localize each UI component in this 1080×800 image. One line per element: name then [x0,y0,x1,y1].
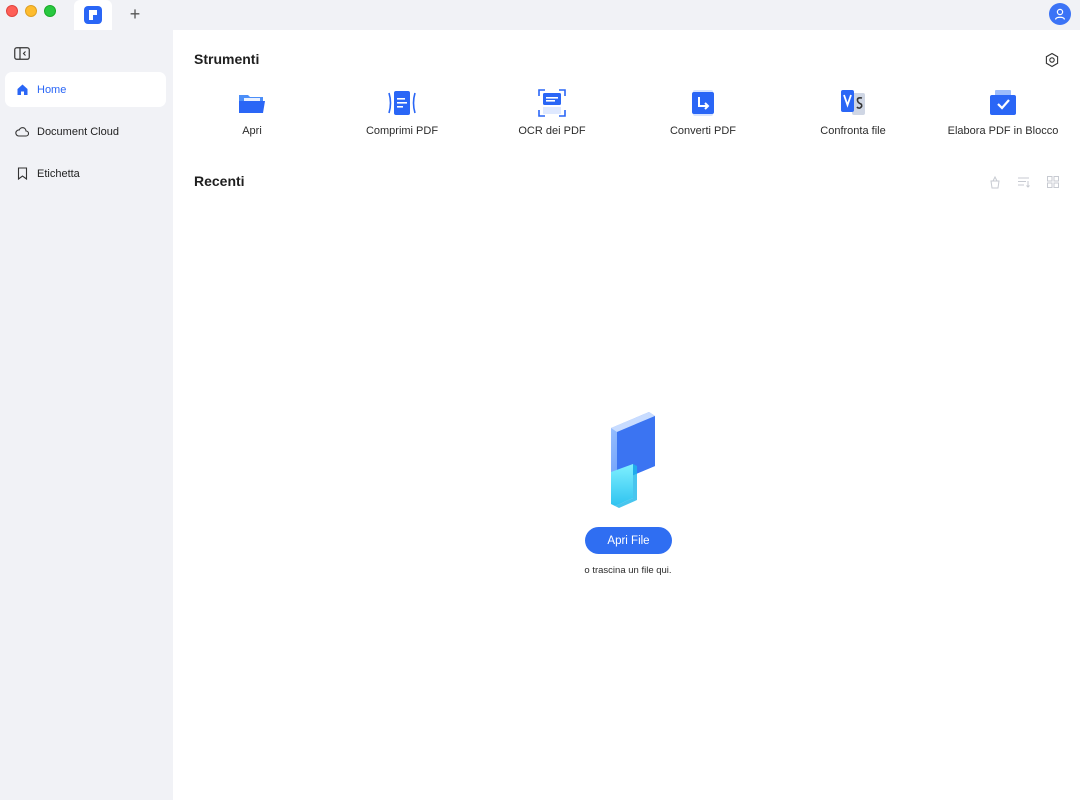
pdfelement-logo-icon [84,6,102,24]
drop-file-hint: o trascina un file qui. [584,565,672,576]
open-file-button[interactable]: Apri File [585,527,672,554]
recent-section-title: Recenti [194,173,245,189]
title-bar: + [0,0,1080,30]
sidebar-item-label: Home [37,83,67,96]
home-icon [15,83,29,97]
minimize-window-button[interactable] [25,5,37,17]
tool-open[interactable]: Apri [177,87,327,147]
sidebar-item-etichetta[interactable]: Etichetta [5,156,166,191]
tool-ocr-pdf[interactable]: OCR dei PDF [477,87,627,147]
tool-label: Apri [242,125,262,137]
tool-label: Comprimi PDF [365,125,439,137]
sidebar-item-document-cloud[interactable]: Document Cloud [5,114,166,149]
tool-compress-pdf[interactable]: Comprimi PDF [327,87,477,147]
close-window-button[interactable] [6,5,18,17]
sidebar-item-home[interactable]: Home [5,72,166,107]
sidebar: Home Document Cloud Etichetta [0,30,173,800]
sidebar-item-label: Document Cloud [37,125,119,138]
grid-view-icon[interactable] [1046,175,1060,189]
open-folder-icon [239,95,265,113]
tool-label: Elabora PDF in Blocco [947,125,1059,137]
recent-actions [986,175,1066,191]
convert-icon [692,90,714,116]
tools-section-title: Strumenti [194,51,260,67]
batch-process-icon [990,90,1016,115]
compress-pdf-icon [388,91,416,115]
sort-icon[interactable] [1017,175,1031,189]
clear-recent-icon[interactable] [988,175,1002,189]
tool-label: OCR dei PDF [518,125,586,137]
tool-compare-files[interactable]: Confronta file [778,87,928,147]
tool-convert-pdf[interactable]: Converti PDF [628,87,778,147]
cloud-icon [15,125,29,139]
compare-icon [841,90,865,115]
empty-state-illustration [597,410,667,512]
bookmark-icon [15,167,29,181]
settings-icon[interactable] [1044,52,1060,68]
tool-label: Converti PDF [669,125,737,137]
main-content: Strumenti Apri Comprimi PDF OCR dei PDF … [173,30,1080,800]
zoom-window-button[interactable] [44,5,56,17]
sidebar-toggle-icon[interactable] [14,47,32,61]
tool-label: Confronta file [820,125,886,137]
tool-batch-process[interactable]: Elabora PDF in Blocco [928,87,1078,147]
app-home-tab[interactable] [74,0,112,30]
sidebar-item-label: Etichetta [37,167,80,180]
new-tab-button[interactable]: + [126,5,144,23]
ocr-icon [538,89,566,117]
user-account-icon[interactable] [1049,3,1071,25]
